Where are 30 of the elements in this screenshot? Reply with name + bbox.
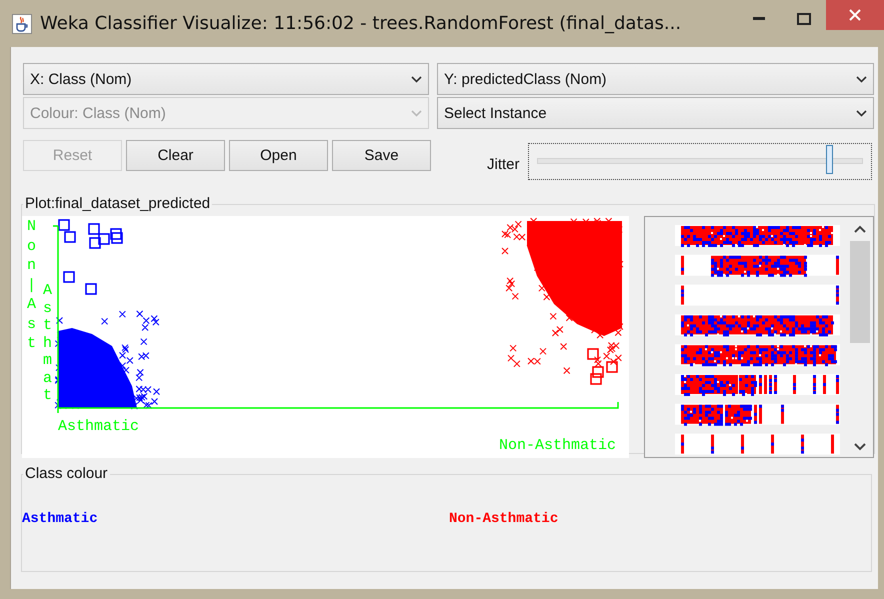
chevron-up-icon[interactable] [854,225,866,233]
chevron-down-icon [411,110,422,116]
chevron-down-icon [856,110,867,116]
minimize-icon [752,16,764,20]
chevron-down-icon [856,76,867,82]
chevron-down-icon [411,76,422,82]
close-button[interactable] [826,0,884,30]
push-button[interactable]: Clear [126,140,225,171]
class-name: Non-Asthmatic [449,511,558,527]
x-axis-label: Non-Asthmatic [498,437,616,454]
slider-thumb[interactable] [826,145,833,174]
plot-title: Plot:final_dataset_predicted [24,194,212,214]
scrollbar-thumb[interactable] [850,241,870,343]
x-axis-label: Asthmatic [58,418,140,435]
y-axis-label: Asthmat [43,282,54,404]
dropdown[interactable]: X: Class (Nom) [23,63,429,95]
window-title: Weka Classifier Visualize: 11:56:02 - trees.RandomForest (final_datas... [40,13,682,34]
chevron-down-icon[interactable] [854,443,866,451]
coffee-cup-icon [12,14,32,34]
jitter-label: Jitter [487,156,520,172]
push-button[interactable]: Open [229,140,328,171]
dropdown[interactable]: Y: predictedClass (Nom) [437,63,874,95]
class-colour-title: Class colour [24,464,109,484]
dropdown[interactable]: Select Instance [437,97,874,129]
maximize-icon [796,12,810,24]
close-icon [849,9,861,21]
push-button[interactable]: Save [332,140,431,171]
jitter-slider[interactable] [528,142,872,180]
class-name: Asthmatic [22,511,98,527]
y-axis-label: Non|Ast [27,217,38,354]
